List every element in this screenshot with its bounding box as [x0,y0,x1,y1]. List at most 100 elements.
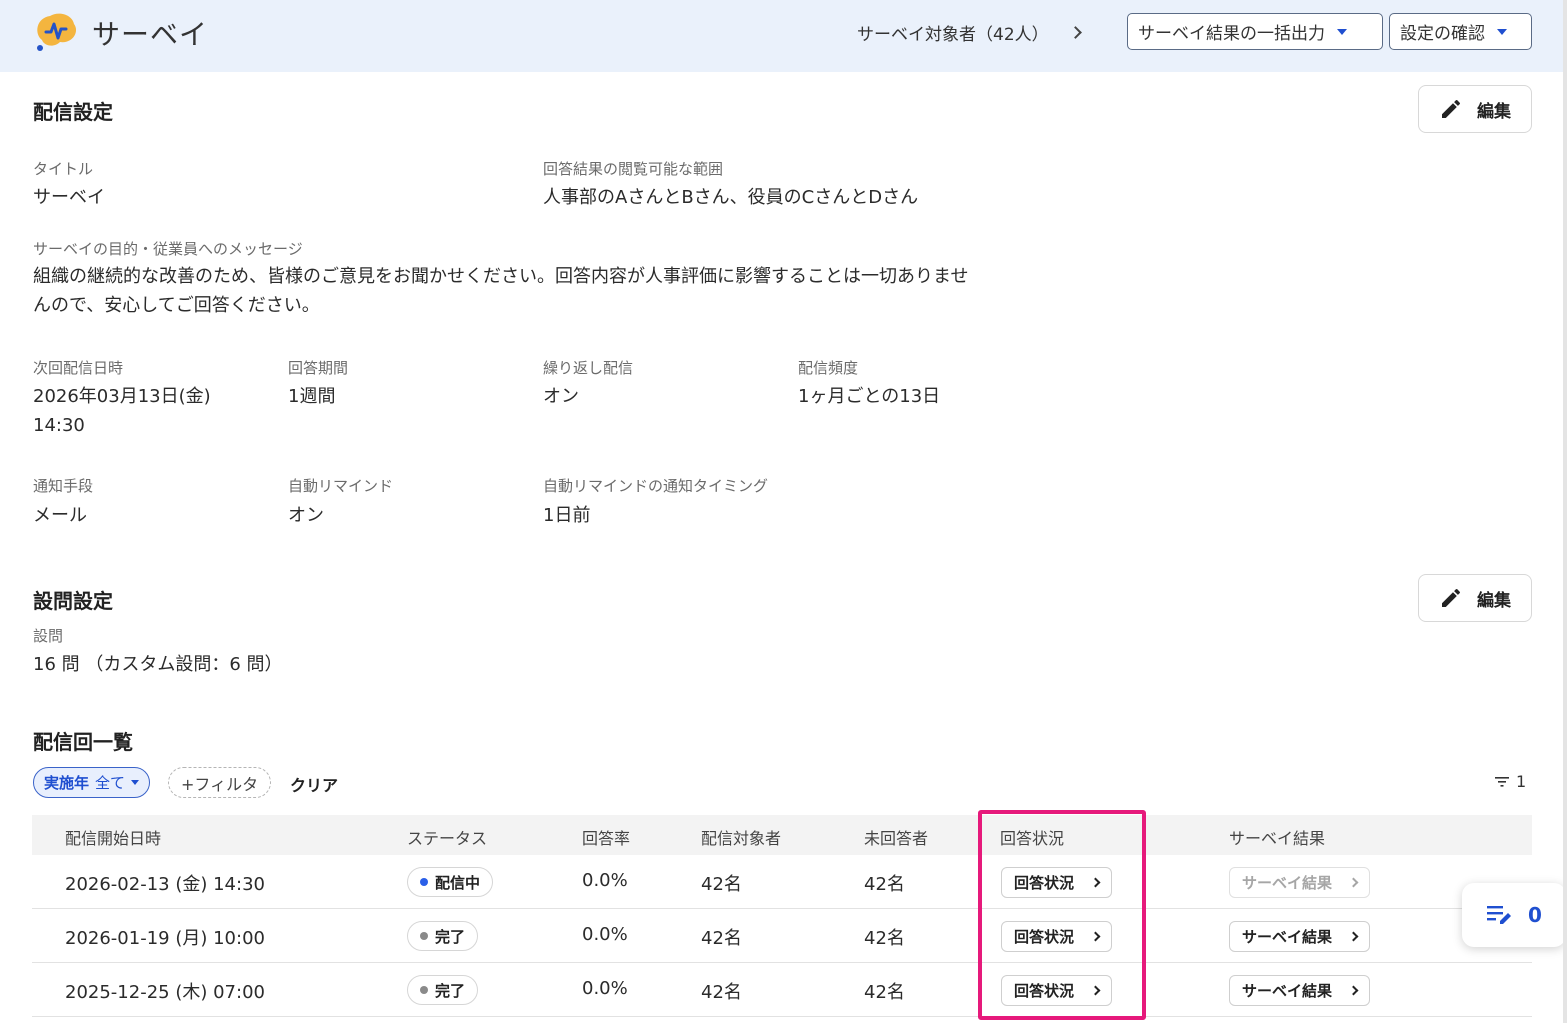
settings-confirm-label: 設定の確認 [1400,24,1485,44]
sort-indicator[interactable]: 1 [1494,772,1526,791]
status-dot [420,986,428,994]
status-label: 配信中 [435,873,481,892]
question-settings-title: 設問設定 [33,589,113,613]
answer-rate: 0.0% [582,978,628,999]
delivery-start-date: 2026-02-13 (金) 14:30 [65,874,265,895]
edit-label: 編集 [1477,101,1511,122]
survey-logo-icon[interactable] [32,10,80,54]
answer-rate: 0.0% [582,870,628,891]
auto-remind-label: 自動リマインド [288,477,394,495]
questions-label: 設問 [33,627,64,645]
next-delivery-label: 次回配信日時 [33,359,124,377]
year-filter-chip[interactable]: 実施年 全て [33,767,151,798]
scope-label: 回答結果の閲覧可能な範囲 [543,160,724,178]
remind-timing-label: 自動リマインドの通知タイミング [543,477,769,495]
column-header[interactable]: 回答率 [582,825,630,849]
repeat-delivery-label: 繰り返し配信 [543,359,634,377]
bulk-export-dropdown[interactable]: サーベイ結果の一括出力 [1127,13,1383,50]
survey-result-button[interactable]: サーベイ結果 [1229,975,1371,1006]
answer-period-value: 1週間 [288,386,336,407]
year-filter-value: 全て [95,774,126,792]
scrollbar[interactable] [1563,0,1567,1023]
delivery-list-title: 配信回一覧 [33,730,133,754]
answer-status-button[interactable]: 回答状況 [1001,975,1113,1006]
auto-remind-value: オン [288,505,324,526]
column-header[interactable]: 配信対象者 [701,825,781,849]
caret-down-icon [131,780,140,785]
question-edit-button[interactable]: 編集 [1418,574,1532,622]
app-title: サーベイ [92,18,209,51]
survey-result-label: サーベイ結果 [1242,928,1333,946]
chevron-right-icon [1090,931,1101,942]
target-count: 42名 [701,982,742,1003]
title-label: タイトル [33,160,94,178]
column-header[interactable]: 未回答者 [864,825,928,849]
status-badge: 完了 [407,975,479,1005]
answer-rate: 0.0% [582,924,628,945]
chevron-right-icon [1348,985,1359,996]
sort-filter-icon [1495,776,1509,787]
repeat-delivery-value: オン [543,386,579,407]
survey-result-button[interactable]: サーベイ結果 [1229,867,1371,898]
answer-period-label: 回答期間 [288,359,349,377]
unanswered-count: 42名 [864,982,905,1003]
status-badge: 配信中 [407,867,494,897]
status-dot [420,932,428,940]
add-filter-button[interactable]: +フィルタ [168,767,272,798]
caret-down-icon [1497,28,1507,35]
scope-value: 人事部のAさんとBさん、役員のCさんとDさん [543,187,919,208]
answer-status-button[interactable]: 回答状況 [1001,867,1113,898]
purpose-line-2: んので、安心してご回答ください。 [33,295,320,316]
delivery-table: 配信開始日時 ステータス 回答率 配信対象者 未回答者 回答状況 サーベイ結果 … [32,815,1532,1017]
column-header: サーベイ結果 [1229,829,1326,848]
survey-result-label: サーベイ結果 [1242,982,1333,1000]
survey-targets-label: サーベイ対象者（42人） [857,25,1049,45]
column-header[interactable]: 配信開始日時 [65,825,161,849]
status-label: 完了 [435,927,466,946]
column-header[interactable]: ステータス [407,825,487,849]
answer-status-button[interactable]: 回答状況 [1001,921,1113,952]
table-row: 2025-12-25 (木) 07:00 完了 0.0% 42名 42名 回答状… [32,963,1532,1017]
pencil-icon [1442,589,1460,607]
survey-targets-link[interactable]: サーベイ対象者（42人） [857,20,1082,45]
delivery-edit-button[interactable]: 編集 [1418,85,1532,133]
clear-filter-button[interactable]: クリア [290,772,338,796]
memo-edit-icon [1487,906,1512,924]
answer-status-label: 回答状況 [1014,874,1075,892]
answer-status-label: 回答状況 [1014,928,1075,946]
chevron-right-icon [1090,877,1101,888]
survey-result-label: サーベイ結果 [1242,874,1333,892]
column-header: 回答状況 [1000,829,1065,848]
chevron-right-icon [1068,26,1082,39]
survey-result-button[interactable]: サーベイ結果 [1229,921,1371,952]
edit-label: 編集 [1477,590,1511,611]
caret-down-icon [1337,28,1347,35]
table-row: 2026-01-19 (月) 10:00 完了 0.0% 42名 42名 回答状… [32,909,1532,963]
chevron-right-icon [1348,877,1359,888]
delivery-start-date: 2025-12-25 (木) 07:00 [65,982,265,1003]
table-header: 配信開始日時 ステータス 回答率 配信対象者 未回答者 回答状況 サーベイ結果 [32,815,1532,855]
unanswered-count: 42名 [864,874,905,895]
answer-status-label: 回答状況 [1014,982,1075,1000]
sort-count: 1 [1516,772,1527,791]
target-count: 42名 [701,874,742,895]
pencil-icon [1442,100,1460,118]
remind-timing-value: 1日前 [543,505,591,526]
status-label: 完了 [435,981,466,1000]
memo-widget[interactable]: 0 [1462,883,1566,947]
status-dot [420,878,428,886]
delivery-start-date: 2026-01-19 (月) 10:00 [65,928,265,949]
settings-confirm-dropdown[interactable]: 設定の確認 [1389,13,1532,50]
questions-value: 16 問 （カスタム設問：6 問） [33,654,283,675]
next-delivery-date: 2026年03月13日(金) [33,386,211,407]
app-header: サーベイ サーベイ対象者（42人） サーベイ結果の一括出力 設定の確認 [0,0,1567,72]
status-badge: 完了 [407,921,479,951]
year-filter-label: 実施年 [44,774,90,792]
purpose-label: サーベイの目的・従業員へのメッセージ [33,240,303,258]
notify-method-label: 通知手段 [33,477,94,495]
delivery-frequency-label: 配信頻度 [798,359,859,377]
next-delivery-time: 14:30 [33,415,85,436]
delivery-settings-title: 配信設定 [33,100,113,124]
chevron-right-icon [1348,931,1359,942]
chevron-right-icon [1090,985,1101,996]
